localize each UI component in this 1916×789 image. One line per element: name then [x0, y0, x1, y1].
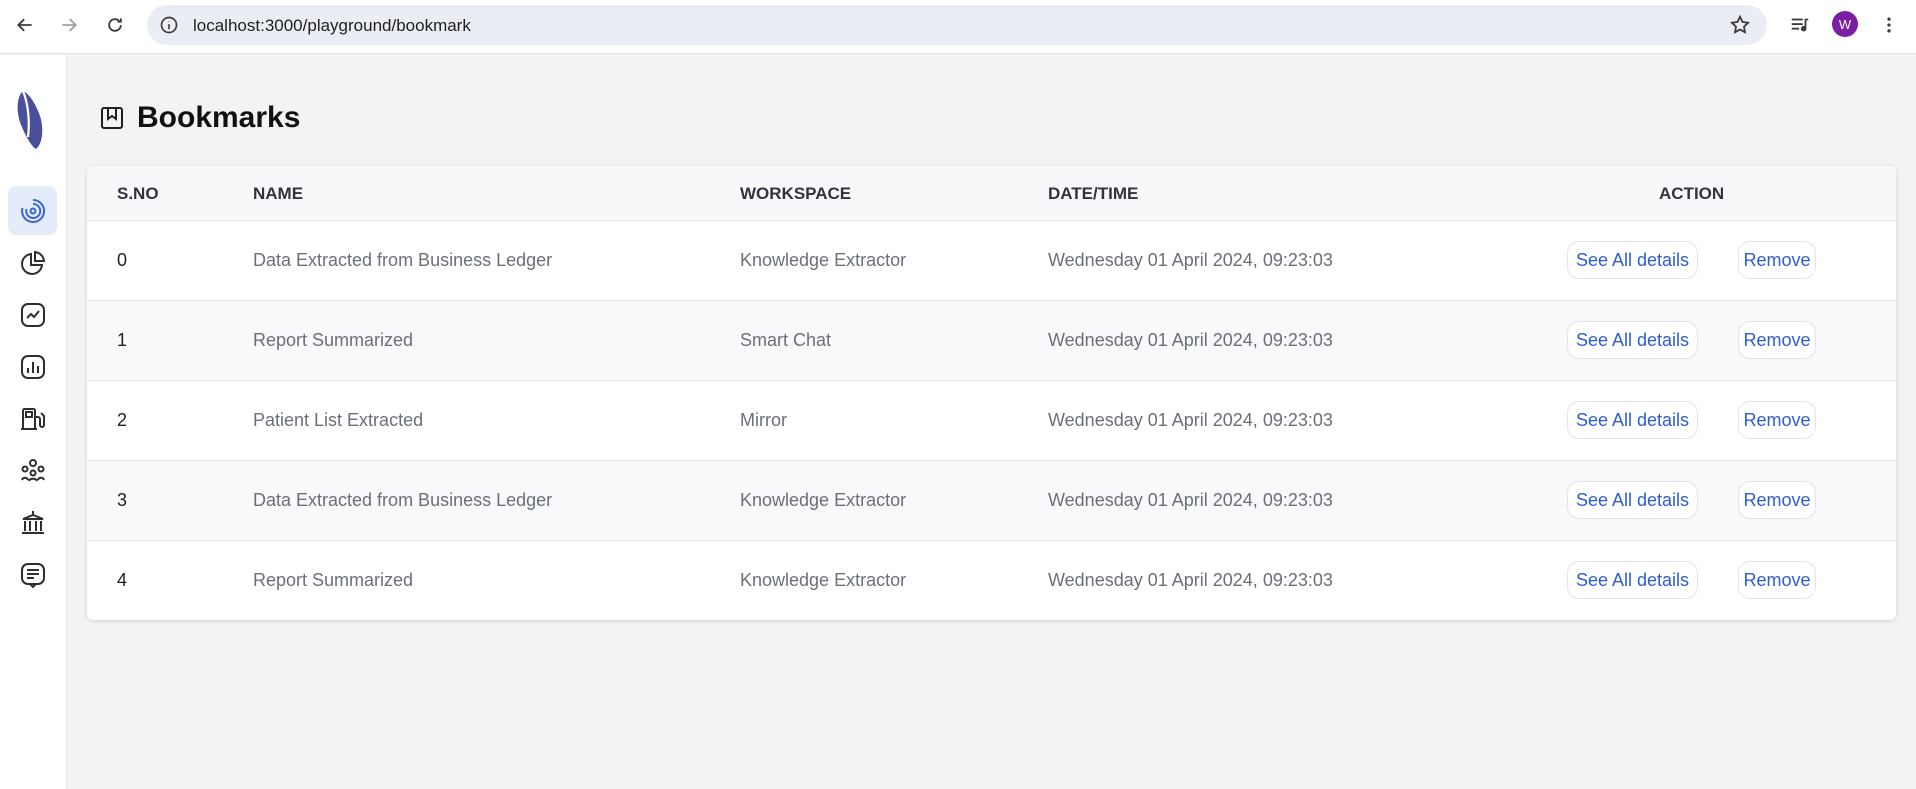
sidebar-item-trends[interactable] — [8, 290, 57, 339]
column-header-sno: S.NO — [117, 184, 159, 203]
remove-button[interactable]: Remove — [1738, 321, 1816, 359]
bank-icon — [21, 510, 44, 534]
forward-arrow-icon — [62, 18, 77, 32]
fuel-station-icon — [20, 407, 45, 430]
sidebar-item-team[interactable] — [8, 446, 57, 495]
row-workspace: Knowledge Extractor — [740, 570, 907, 590]
row-datetime: Wednesday 01 April 2024, 09:23:03 — [1048, 330, 1333, 350]
see-all-details-button[interactable]: See All details — [1567, 401, 1698, 439]
row-datetime: Wednesday 01 April 2024, 09:23:03 — [1048, 250, 1333, 270]
profile-avatar[interactable]: W — [1832, 11, 1858, 37]
row-sno: 2 — [117, 410, 128, 430]
page-title: Bookmarks — [137, 101, 301, 134]
page-header: Bookmarks — [99, 100, 300, 136]
column-header-action: ACTION — [1659, 184, 1725, 203]
media-controls-button[interactable] — [1785, 10, 1815, 40]
team-icon — [20, 458, 45, 482]
browser-toolbar: localhost:3000/playground/bookmark W — [0, 0, 1916, 54]
row-workspace: Smart Chat — [740, 330, 832, 350]
row-name: Report Summarized — [253, 330, 414, 350]
bookmarks-table: S.NO NAME WORKSPACE DATE/TIME ACTION 0 D… — [87, 166, 1896, 620]
row-sno: 3 — [117, 490, 128, 510]
sidebar-item-dashboard[interactable] — [8, 186, 57, 235]
row-name: Patient List Extracted — [253, 410, 424, 430]
see-all-details-button[interactable]: See All details — [1567, 321, 1698, 359]
back-arrow-icon — [17, 18, 32, 32]
remove-button[interactable]: Remove — [1738, 561, 1816, 599]
row-name: Data Extracted from Business Ledger — [253, 250, 553, 270]
table-row: 3 Data Extracted from Business Ledger Kn… — [87, 461, 1896, 541]
reload-icon — [108, 18, 122, 32]
app-logo — [17, 90, 43, 149]
address-bar[interactable]: localhost:3000/playground/bookmark — [147, 5, 1767, 45]
table-row: 2 Patient List Extracted Mirror Wednesda… — [87, 381, 1896, 461]
row-sno: 4 — [117, 570, 128, 590]
row-datetime: Wednesday 01 April 2024, 09:23:03 — [1048, 410, 1333, 430]
site-info-icon[interactable] — [159, 15, 179, 35]
dashboard-icon — [20, 198, 45, 223]
url-text[interactable]: localhost:3000/playground/bookmark — [193, 16, 471, 36]
remove-button[interactable]: Remove — [1738, 481, 1816, 519]
sidebar-item-bank[interactable] — [8, 498, 57, 547]
row-workspace: Mirror — [740, 410, 787, 430]
row-datetime: Wednesday 01 April 2024, 09:23:03 — [1048, 570, 1333, 590]
row-name: Report Summarized — [253, 570, 414, 590]
row-workspace: Knowledge Extractor — [740, 250, 907, 270]
see-all-details-button[interactable]: See All details — [1567, 561, 1698, 599]
browser-menu-button[interactable] — [1874, 10, 1904, 40]
table-row: 4 Report Summarized Knowledge Extractor … — [87, 541, 1896, 620]
table-row: 0 Data Extracted from Business Ledger Kn… — [87, 221, 1896, 301]
table-row: 1 Report Summarized Smart Chat Wednesday… — [87, 301, 1896, 381]
trend-chart-icon — [20, 302, 45, 327]
forward-button[interactable] — [54, 10, 84, 40]
see-all-details-button[interactable]: See All details — [1567, 241, 1698, 279]
bar-chart-icon — [20, 354, 45, 379]
bookmark-icon — [101, 107, 123, 129]
remove-button[interactable]: Remove — [1738, 241, 1816, 279]
sidebar-item-fuel[interactable] — [8, 394, 57, 443]
pie-chart-icon — [20, 250, 45, 275]
row-datetime: Wednesday 01 April 2024, 09:23:03 — [1048, 490, 1333, 510]
sidebar-item-pie-chart[interactable] — [8, 238, 57, 287]
column-header-datetime: DATE/TIME — [1048, 184, 1139, 203]
remove-button[interactable]: Remove — [1738, 401, 1816, 439]
sidebar — [0, 55, 67, 789]
row-workspace: Knowledge Extractor — [740, 490, 907, 510]
sidebar-item-chat-docs[interactable] — [8, 550, 57, 599]
more-vertical-icon — [1887, 17, 1891, 33]
bookmark-star-icon[interactable] — [1729, 14, 1751, 36]
reload-button[interactable] — [100, 10, 130, 40]
row-sno: 0 — [117, 250, 128, 270]
queue-music-icon — [1791, 18, 1809, 32]
row-name: Data Extracted from Business Ledger — [253, 490, 553, 510]
chat-document-icon — [20, 562, 45, 588]
column-header-name: NAME — [253, 184, 304, 203]
row-sno: 1 — [117, 330, 128, 350]
back-button[interactable] — [10, 10, 40, 40]
see-all-details-button[interactable]: See All details — [1567, 481, 1698, 519]
sidebar-item-bar-chart[interactable] — [8, 342, 57, 391]
table-header: S.NO NAME WORKSPACE DATE/TIME ACTION — [87, 166, 1896, 221]
column-header-workspace: WORKSPACE — [740, 184, 852, 203]
